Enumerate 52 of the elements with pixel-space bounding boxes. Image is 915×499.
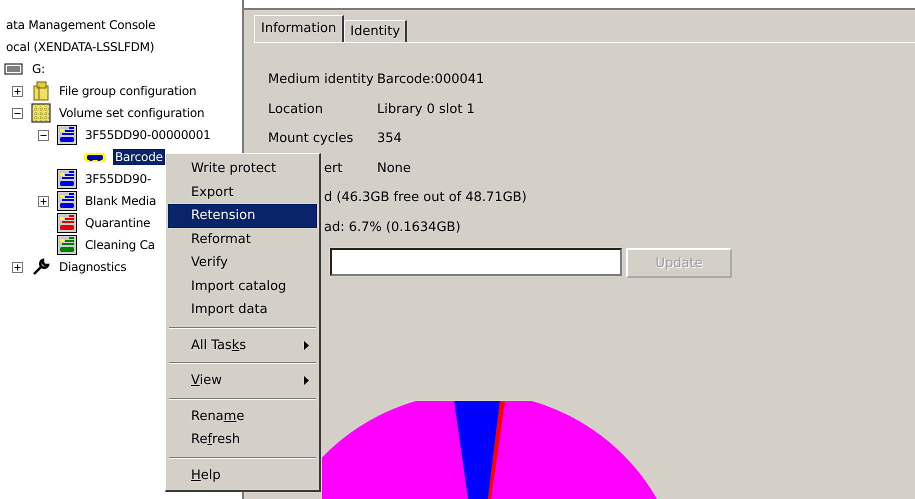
menu-item[interactable]: Help xyxy=(168,464,317,487)
input-field[interactable] xyxy=(330,248,622,276)
field-value: 354 xyxy=(377,131,402,146)
tree-item[interactable]: 3F55DD90-00000001 xyxy=(83,127,213,143)
menu-item[interactable]: Refresh xyxy=(168,428,317,452)
collapse-toggle[interactable] xyxy=(38,130,49,140)
tree-item[interactable]: Volume set configuration xyxy=(57,105,206,121)
tree-item[interactable]: Cleaning Ca xyxy=(83,237,157,253)
submenu-arrow-icon xyxy=(304,340,309,350)
menu-item[interactable]: Import catalog xyxy=(168,274,317,298)
menu-item[interactable]: Write protect xyxy=(168,157,317,180)
tree-item[interactable]: ata Management Console xyxy=(4,17,158,33)
field-value: Library 0 slot 1 xyxy=(377,102,475,117)
tab[interactable]: Identity xyxy=(344,20,408,42)
field-value: Barcode:000041 xyxy=(377,72,484,88)
menu-item[interactable]: Rename xyxy=(168,404,317,428)
media-icon xyxy=(57,235,77,255)
tree-item[interactable]: File group configuration xyxy=(57,83,198,99)
expand-toggle[interactable] xyxy=(12,86,23,96)
menu-item[interactable]: Retension xyxy=(168,204,317,228)
menu-item[interactable]: Import data xyxy=(168,298,317,322)
field-label: ert xyxy=(324,160,344,176)
field-label: Medium identity xyxy=(268,72,375,88)
menu-item[interactable]: All Tasks xyxy=(168,334,317,357)
expand-toggle[interactable] xyxy=(38,196,49,206)
tree-item[interactable]: G: xyxy=(30,61,47,77)
field-value: None xyxy=(377,160,411,176)
media-icon xyxy=(57,125,77,145)
tree-item[interactable]: Quarantine xyxy=(83,215,152,231)
tree-item[interactable]: Blank Media xyxy=(83,193,158,209)
collapse-toggle[interactable] xyxy=(12,108,23,118)
field-label: Mount cycles xyxy=(268,131,354,146)
expand-toggle[interactable] xyxy=(12,262,23,272)
menu-item[interactable]: Export xyxy=(168,180,317,204)
tree-item[interactable]: Barcode xyxy=(113,149,165,165)
boxes-icon xyxy=(31,81,51,101)
tree-item[interactable]: 3F55DD90- xyxy=(83,171,154,187)
tab[interactable]: Information xyxy=(254,15,344,42)
info-text: ad: 6.7% (0.1634GB) xyxy=(324,220,461,235)
grid-icon xyxy=(31,103,51,123)
menu-item[interactable]: Reformat xyxy=(168,228,317,251)
menu-item[interactable]: Verify xyxy=(168,251,317,274)
media-icon xyxy=(57,213,77,233)
field-label: Location xyxy=(268,102,324,117)
tree-item[interactable]: Diagnostics xyxy=(57,259,128,275)
submenu-arrow-icon xyxy=(304,376,309,386)
media-icon xyxy=(57,169,77,189)
media-icon xyxy=(57,191,77,211)
menu-item[interactable]: View xyxy=(168,369,317,392)
info-text: d (46.3GB free out of 48.71GB) xyxy=(324,190,527,206)
wrench-icon xyxy=(31,257,51,277)
tree-item[interactable]: ocal (XENDATA-LSSLFDM) xyxy=(4,39,156,55)
